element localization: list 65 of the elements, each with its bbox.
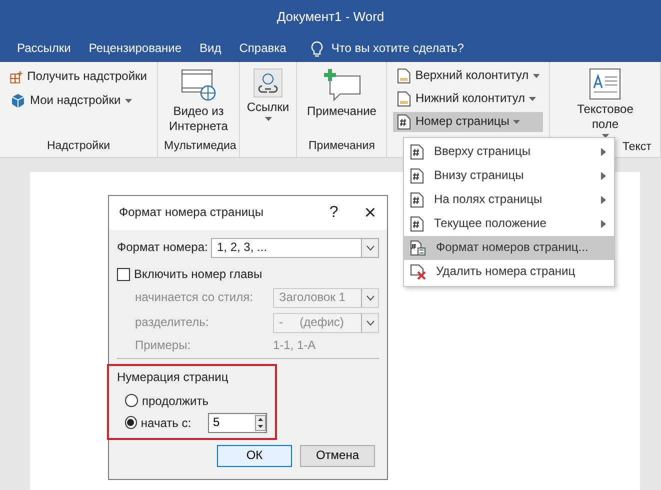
cube-icon: [10, 93, 26, 109]
close-button[interactable]: ×: [363, 197, 377, 229]
field-label: начинается со стиля:: [135, 290, 254, 306]
menu-item[interactable]: Вверху страницы: [404, 140, 614, 164]
ribbon-button[interactable]: Видео из Интернета: [164, 66, 233, 140]
menu-item[interactable]: Текущее положение: [404, 212, 614, 236]
chevron-icon: [366, 245, 374, 251]
tell-me-field[interactable]: Что вы хотите сделать?: [311, 40, 464, 56]
ribbon-command[interactable]: Мои надстройки: [6, 91, 151, 111]
dropdown-field[interactable]: 1, 2, 3, ...: [211, 238, 379, 258]
ribbon-button[interactable]: Текстовое поле: [563, 66, 648, 140]
ribbon-tab[interactable]: Рецензирование: [80, 40, 191, 56]
examples-value: 1-1, 1-A: [273, 338, 316, 354]
group-label: Мультимедиа: [164, 140, 236, 152]
delete-page-number-icon: [410, 264, 426, 280]
ribbon-tab[interactable]: Справка: [230, 40, 296, 56]
text-box-icon: [589, 68, 622, 100]
comment-icon: [322, 68, 362, 102]
help-button[interactable]: ?: [328, 200, 340, 226]
checkbox[interactable]: [117, 268, 130, 282]
page-number-icon: [410, 192, 424, 208]
radio-button[interactable]: [125, 394, 138, 408]
page-icon: [397, 91, 412, 107]
page-number-icon: [410, 144, 424, 160]
group-label: Надстройки: [46, 140, 110, 152]
spin-arrows-icon: [255, 414, 266, 431]
field-label: Формат номера:: [117, 240, 209, 256]
radio-label: начать с:: [140, 414, 192, 431]
lightbulb-icon: [311, 40, 324, 56]
field-label: Примеры:: [135, 338, 192, 354]
dialog-title: Формат номера страницы: [119, 205, 265, 221]
link-icon: [253, 68, 283, 98]
ribbon-command[interactable]: Получить надстройки: [6, 66, 151, 88]
add-ins-icon: [10, 68, 24, 86]
ribbon-command[interactable]: Нижний колонтитул: [393, 89, 544, 109]
ribbon-button[interactable]: Примечание: [303, 66, 380, 140]
ribbon-button[interactable]: Ссылки: [242, 66, 294, 140]
number-spinner[interactable]: 5: [208, 412, 267, 433]
checkbox-label: Включить номер главы: [134, 267, 262, 283]
radio-label: продолжить: [142, 392, 210, 409]
page-number-icon: [410, 216, 424, 232]
page-number-icon: [410, 168, 424, 184]
dialog-button[interactable]: Отмена: [300, 444, 375, 467]
ribbon-tab[interactable]: Рассылки: [8, 40, 80, 56]
ribbon-command[interactable]: Номер страницы: [393, 112, 544, 132]
ribbon-command[interactable]: Верхний колонтитул: [393, 66, 544, 86]
page-format-icon: [410, 240, 426, 256]
group-label: Текст: [622, 141, 652, 153]
radio-button[interactable]: [125, 416, 137, 430]
video-icon: [180, 68, 216, 102]
section-title: Нумерация страниц: [117, 370, 230, 386]
menu-item[interactable]: Внизу страницы: [404, 164, 614, 188]
number-input[interactable]: 5: [209, 414, 255, 432]
page-number-icon: [397, 114, 412, 130]
window-title: Документ1 - Word: [276, 9, 384, 26]
page-icon: [397, 68, 412, 84]
chevron-icon: [366, 294, 374, 301]
menu-item[interactable]: Удалить номера страниц: [404, 260, 614, 284]
group-label: Примечания: [308, 140, 375, 152]
ribbon-tab[interactable]: Вид: [190, 40, 230, 56]
dialog-button[interactable]: ОК: [217, 444, 292, 467]
field-label: разделитель:: [135, 314, 210, 330]
menu-item[interactable]: На полях страницы: [404, 188, 614, 212]
menu-item[interactable]: Формат номеров страниц...: [404, 236, 614, 260]
chevron-icon: [366, 320, 374, 326]
